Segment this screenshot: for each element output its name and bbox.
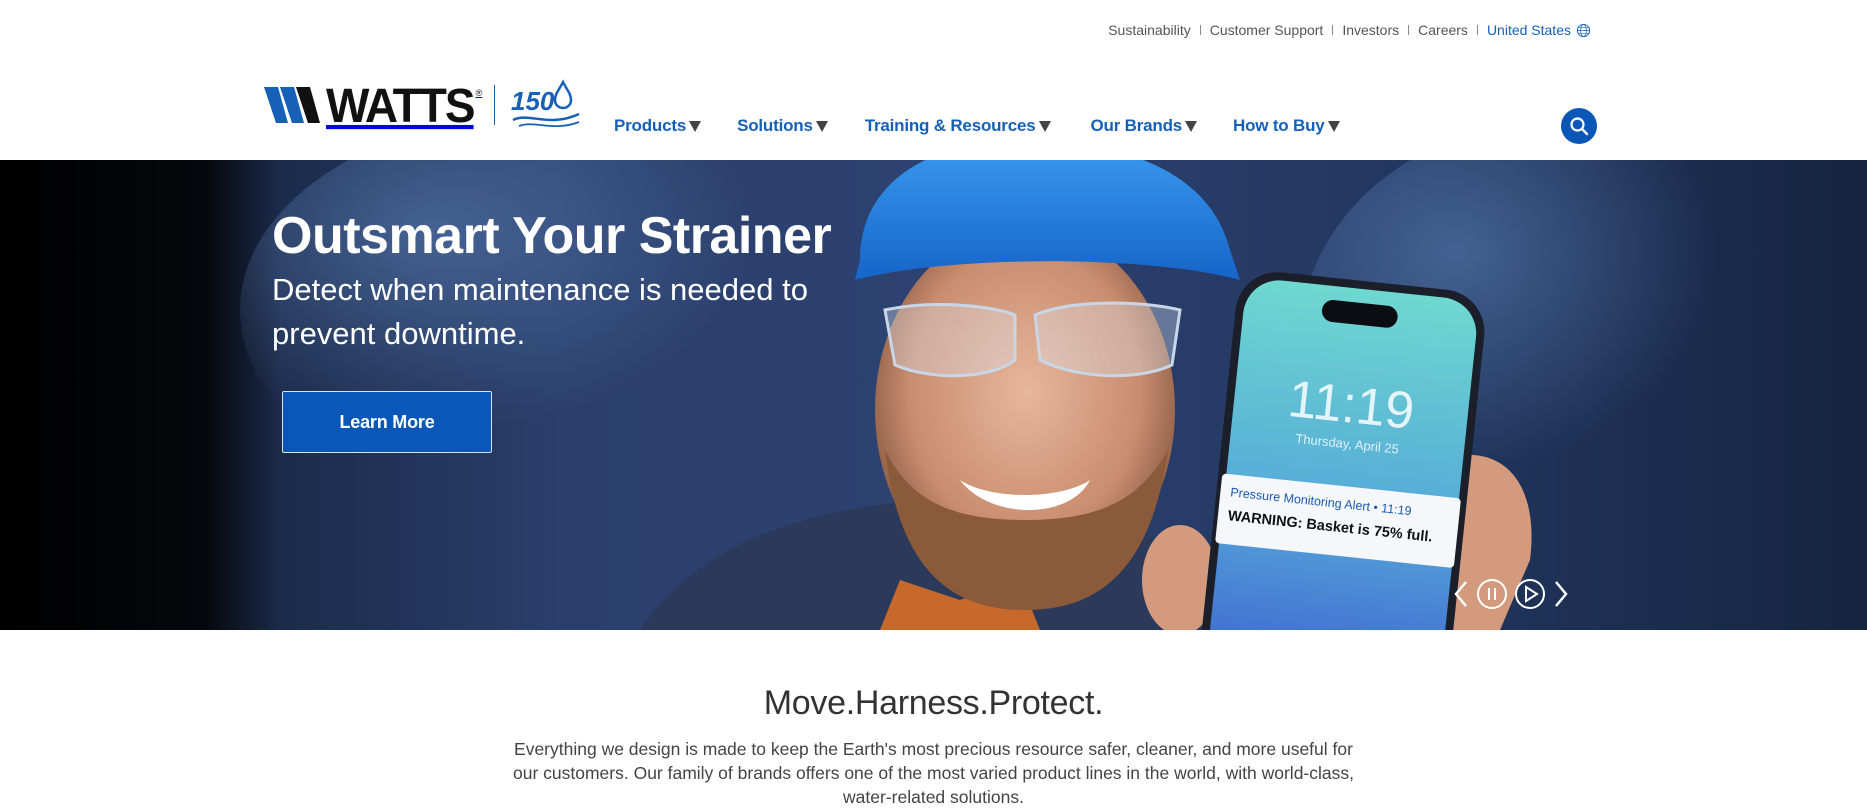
registered-mark: ® (475, 88, 483, 98)
carousel-play-button[interactable] (1514, 578, 1546, 610)
caret-down-icon (1185, 121, 1198, 132)
carousel-pause-button[interactable] (1476, 578, 1508, 610)
chevron-right-icon (1555, 581, 1568, 607)
logo-wordmark: WATTS (326, 77, 476, 133)
hero-title: Outsmart Your Strainer (272, 207, 832, 265)
nav-label: Our Brands (1090, 116, 1183, 135)
logo-divider (494, 85, 496, 125)
anniversary-number: 150 (511, 86, 555, 116)
hero-subtitle: Detect when maintenance is needed to pre… (272, 272, 808, 351)
hero-banner: 11:19 Thursday, April 25 Pressure Monito… (0, 160, 1867, 630)
carousel-prev-button[interactable] (1452, 579, 1470, 609)
nav-how-to-buy[interactable]: How to Buy (1233, 116, 1340, 136)
utility-separator (1476, 25, 1478, 35)
chevron-left-icon (1454, 581, 1467, 607)
globe-icon (1576, 23, 1591, 37)
nav-products[interactable]: Products (614, 116, 702, 136)
main-nav: Products Solutions Training & Resources … (614, 116, 1376, 136)
utility-link-careers[interactable]: Careers (1418, 22, 1468, 38)
anniversary-150-logo: 150 (511, 79, 580, 128)
country-selector[interactable]: United States (1487, 22, 1591, 38)
learn-more-button[interactable]: Learn More (282, 391, 492, 453)
caret-down-icon (689, 121, 702, 132)
nav-label: Training & Resources (864, 116, 1036, 135)
utility-link-customer-support[interactable]: Customer Support (1210, 22, 1324, 38)
pause-icon (1477, 579, 1507, 609)
intro-paragraph: Everything we design is made to keep the… (512, 739, 1354, 807)
utility-link-sustainability[interactable]: Sustainability (1108, 22, 1191, 38)
caret-down-icon (1038, 121, 1051, 132)
nav-label: Products (614, 116, 687, 135)
caret-down-icon (815, 121, 828, 132)
country-label: United States (1486, 22, 1571, 38)
utility-separator (1408, 25, 1410, 35)
nav-label: Solutions (737, 116, 813, 135)
nav-label: How to Buy (1233, 116, 1325, 135)
watts-chevron-mark (264, 87, 320, 123)
nav-our-brands[interactable]: Our Brands (1091, 116, 1198, 136)
utility-separator (1199, 25, 1201, 35)
nav-solutions[interactable]: Solutions (737, 116, 828, 136)
play-icon (1515, 579, 1545, 609)
watts-logo[interactable]: WATTS ® 150 (264, 77, 583, 133)
search-icon (1570, 117, 1589, 136)
nav-training-resources[interactable]: Training & Resources (865, 116, 1051, 136)
intro-heading: Move.Harness.Protect. (763, 684, 1104, 722)
carousel-controls (1452, 578, 1570, 610)
utility-nav: Sustainability Customer Support Investor… (1108, 22, 1591, 38)
caret-down-icon (1327, 121, 1340, 132)
utility-separator (1332, 25, 1334, 35)
search-button[interactable] (1561, 108, 1597, 144)
carousel-next-button[interactable] (1552, 579, 1570, 609)
utility-link-investors[interactable]: Investors (1342, 22, 1399, 38)
